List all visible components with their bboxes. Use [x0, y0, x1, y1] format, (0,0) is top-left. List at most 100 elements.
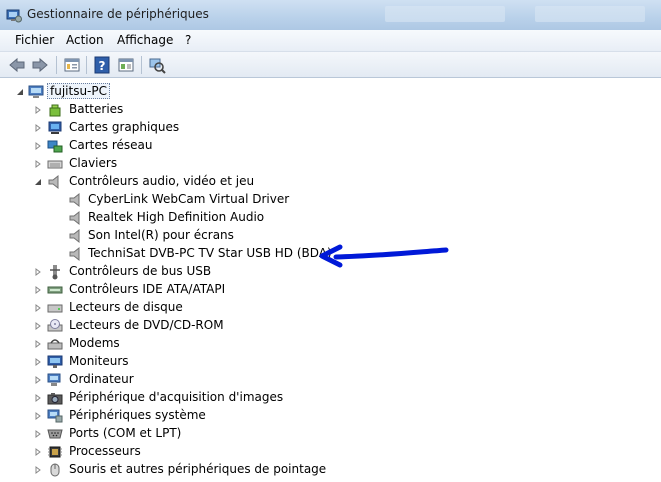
expand-icon[interactable]: [34, 376, 42, 384]
speaker-icon: [69, 192, 80, 208]
mouse-icon: [50, 463, 60, 477]
processor-icon: [48, 446, 62, 458]
display-adapter-icon: [48, 121, 62, 134]
device-tree[interactable]: fujitsu-PC Batteries Cartes graphiques C…: [0, 78, 661, 482]
tree-category[interactable]: Ports (COM et LPT): [34, 425, 334, 443]
tree-root[interactable]: fujitsu-PC: [16, 83, 216, 101]
blue-arrow-annotation: [319, 244, 449, 268]
toolbar: ?: [0, 52, 661, 78]
toolbar-separator: [86, 56, 87, 74]
expand-icon[interactable]: [34, 322, 42, 330]
network-adapter-icon: [47, 140, 63, 153]
category-label: Ports (COM et LPT): [69, 426, 182, 440]
device-manager-icon: [6, 9, 22, 23]
expand-icon[interactable]: [34, 304, 42, 312]
tree-category[interactable]: Contrôleurs audio, vidéo et jeu: [34, 173, 334, 191]
window-title: Gestionnaire de périphériques: [27, 7, 209, 21]
dvd-drive-icon: [47, 319, 63, 332]
computer-name[interactable]: fujitsu-PC: [47, 83, 111, 99]
tree-device[interactable]: Realtek High Definition Audio: [68, 209, 368, 227]
help-icon[interactable]: ?: [93, 56, 111, 74]
expand-icon[interactable]: [34, 394, 42, 402]
device-label: Realtek High Definition Audio: [88, 210, 265, 224]
expand-icon[interactable]: [34, 268, 42, 276]
speaker-icon: [69, 246, 80, 262]
category-label: Processeurs: [69, 444, 141, 458]
expand-icon[interactable]: [34, 430, 42, 438]
menu-action[interactable]: Action: [64, 33, 106, 47]
category-label: Claviers: [69, 156, 118, 170]
monitor-icon: [47, 355, 63, 368]
usb-icon: [50, 265, 60, 280]
tree-category[interactable]: Processeurs: [34, 443, 334, 461]
menu-help[interactable]: ?: [183, 33, 193, 47]
menu-affichage[interactable]: Affichage: [115, 33, 175, 47]
battery-icon: [49, 104, 61, 117]
device-label: Son Intel(R) pour écrans: [88, 228, 234, 242]
device-label: TechniSat DVB-PC TV Star USB HD (BDA): [88, 246, 332, 260]
tree-category[interactable]: Ordinateur: [34, 371, 334, 389]
category-label: Lecteurs de disque: [69, 300, 183, 314]
category-label: Cartes réseau: [69, 138, 153, 152]
speaker-icon: [48, 174, 59, 190]
ide-controller-icon: [47, 286, 63, 294]
back-icon[interactable]: [8, 56, 26, 74]
title-bar: Gestionnaire de périphériques: [0, 0, 661, 30]
expand-icon[interactable]: [34, 466, 42, 474]
tree-category[interactable]: Cartes réseau: [34, 137, 334, 155]
menu-fichier[interactable]: Fichier: [13, 33, 56, 47]
toolbar-separator: [141, 56, 142, 74]
port-icon: [47, 429, 63, 439]
speaker-icon: [69, 210, 80, 226]
toolbar-separator: [56, 56, 57, 74]
collapse-icon[interactable]: [16, 88, 24, 96]
tree-category[interactable]: Contrôleurs IDE ATA/ATAPI: [34, 281, 334, 299]
tree-category[interactable]: Claviers: [34, 155, 334, 173]
category-label: Cartes graphiques: [69, 120, 180, 134]
category-label: Contrôleurs de bus USB: [69, 264, 212, 278]
tree-category[interactable]: Cartes graphiques: [34, 119, 334, 137]
expand-icon[interactable]: [34, 448, 42, 456]
tree-category[interactable]: Contrôleurs de bus USB: [34, 263, 334, 281]
tree-category[interactable]: Moniteurs: [34, 353, 334, 371]
titlebar-blurred-area-2: [535, 6, 645, 22]
expand-icon[interactable]: [34, 142, 42, 150]
keyboard-icon: [47, 160, 63, 169]
expand-icon[interactable]: [34, 340, 42, 348]
category-label: Périphériques système: [69, 408, 206, 422]
scan-hardware-icon[interactable]: [148, 56, 166, 74]
category-label: Ordinateur: [69, 372, 134, 386]
category-label: Souris et autres périphériques de pointa…: [69, 462, 327, 476]
tree-category[interactable]: Batteries: [34, 101, 334, 119]
forward-icon[interactable]: [31, 56, 49, 74]
tree-category[interactable]: Lecteurs de DVD/CD-ROM: [34, 317, 334, 335]
category-label: Lecteurs de DVD/CD-ROM: [69, 318, 224, 332]
tree-category[interactable]: Périphérique d'acquisition d'images: [34, 389, 334, 407]
expand-icon[interactable]: [34, 106, 42, 114]
tree-category[interactable]: Lecteurs de disque: [34, 299, 334, 317]
category-label: Contrôleurs IDE ATA/ATAPI: [69, 282, 226, 296]
expand-icon[interactable]: [34, 124, 42, 132]
modem-icon: [47, 339, 63, 350]
category-label: Moniteurs: [69, 354, 129, 368]
expand-icon[interactable]: [34, 412, 42, 420]
collapse-icon[interactable]: [34, 178, 42, 186]
titlebar-blurred-area: [385, 6, 505, 22]
category-label: Modems: [69, 336, 120, 350]
tree-category[interactable]: Périphériques système: [34, 407, 334, 425]
menu-bar: Fichier Action Affichage ?: [0, 30, 661, 52]
tree-category[interactable]: Modems: [34, 335, 334, 353]
expand-icon[interactable]: [34, 358, 42, 366]
category-label: Périphérique d'acquisition d'images: [69, 390, 284, 404]
properties-icon[interactable]: [63, 56, 81, 74]
camera-icon: [47, 393, 63, 405]
expand-icon[interactable]: [34, 286, 42, 294]
computer-icon: [47, 373, 61, 386]
expand-icon[interactable]: [34, 160, 42, 168]
category-label: Contrôleurs audio, vidéo et jeu: [69, 174, 255, 188]
category-label: Batteries: [69, 102, 124, 116]
computer-icon: [28, 85, 44, 98]
tree-device[interactable]: CyberLink WebCam Virtual Driver: [68, 191, 368, 209]
tree-category[interactable]: Souris et autres périphériques de pointa…: [34, 461, 334, 479]
view-icon[interactable]: [117, 56, 135, 74]
